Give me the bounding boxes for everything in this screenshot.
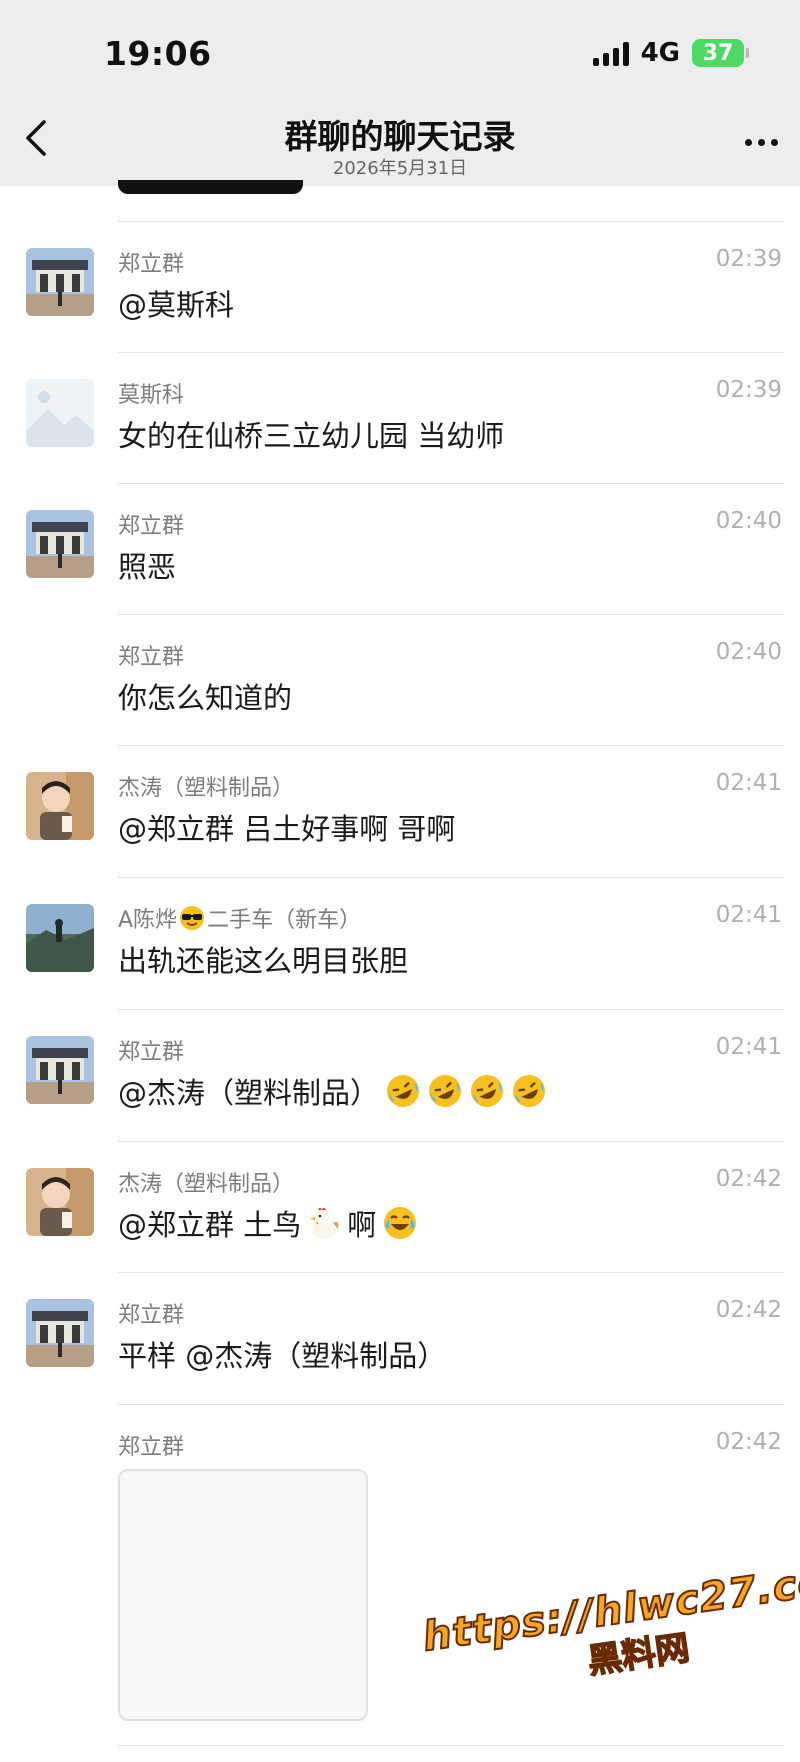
sunglasses-emoji-icon — [180, 906, 205, 930]
sender-name: 郑立群 — [118, 252, 185, 277]
avatar[interactable] — [26, 772, 94, 840]
avatar[interactable] — [26, 1036, 94, 1104]
message-time: 02:40 — [715, 639, 782, 665]
message-time: 02:41 — [715, 902, 782, 928]
status-icons: 4G 37 — [592, 38, 749, 68]
message-text-part-a: @郑立群 土鸟 — [118, 1208, 302, 1242]
divider — [118, 221, 784, 222]
message-time: 02:39 — [715, 377, 782, 403]
sender-name: 郑立群 — [118, 514, 185, 539]
message-text-content: @杰涛（塑料制品） — [118, 1076, 380, 1110]
divider — [118, 877, 784, 878]
sender-name: 郑立群 — [118, 1435, 185, 1460]
battery-level: 37 — [702, 40, 734, 66]
watermark: https://hlwc27.com 黑料网 — [419, 1552, 800, 1706]
message-text: @杰涛（塑料制品） — [118, 1070, 547, 1112]
page-title: 群聊的聊天记录 — [284, 117, 516, 156]
message-time: 02:41 — [715, 1034, 782, 1060]
message-text: 照恶 — [118, 550, 177, 584]
divider — [118, 1272, 784, 1273]
avatar[interactable] — [26, 904, 94, 972]
message-time: 02:40 — [715, 508, 782, 534]
message-time: 02:42 — [715, 1166, 782, 1192]
rolling-laughing-emoji-icon — [429, 1075, 462, 1107]
message-text: 你怎么知道的 — [118, 681, 293, 715]
message-text-part-b: 啊 — [347, 1208, 377, 1242]
previous-message-fragment — [118, 180, 303, 194]
message-text: 女的在仙桥三立幼儿园 当幼师 — [118, 419, 505, 453]
divider — [118, 614, 784, 615]
more-dots-icon[interactable] — [745, 139, 778, 146]
rolling-laughing-emoji-icon — [471, 1075, 504, 1107]
sender-name-suffix: 二手车（新车） — [207, 908, 362, 933]
divider — [118, 1745, 784, 1746]
sender-name: 杰涛（塑料制品） — [118, 776, 295, 801]
message-time: 02:42 — [715, 1297, 782, 1323]
sender-name: 杰涛（塑料制品） — [118, 1172, 295, 1197]
message-text: 平样 @杰涛（塑料制品） — [118, 1339, 447, 1373]
message-time: 02:41 — [715, 770, 782, 796]
status-time: 19:06 — [104, 34, 212, 73]
message-time: 02:39 — [715, 246, 782, 272]
image-placeholder[interactable] — [118, 1469, 368, 1721]
laughing-crying-emoji-icon — [384, 1207, 417, 1239]
divider — [118, 1141, 784, 1142]
divider — [118, 352, 784, 353]
avatar[interactable] — [26, 379, 94, 447]
message-text: @莫斯科 — [118, 288, 235, 322]
signal-icon — [592, 40, 629, 66]
divider — [118, 483, 784, 484]
message-text: @郑立群 土鸟 啊 — [118, 1202, 418, 1244]
network-type: 4G — [640, 38, 680, 68]
page-subtitle: 2026年5月31日 — [332, 158, 468, 179]
avatar[interactable] — [26, 1168, 94, 1236]
sender-name-prefix: A陈烨 — [118, 908, 178, 933]
avatar[interactable] — [26, 248, 94, 316]
avatar[interactable] — [26, 1299, 94, 1367]
sender-name: 莫斯科 — [118, 383, 185, 408]
sender-name: 郑立群 — [118, 1303, 185, 1328]
battery-icon: 37 — [692, 39, 749, 67]
message-text: @郑立群 吕土好事啊 哥啊 — [118, 812, 456, 846]
avatar[interactable] — [26, 510, 94, 578]
divider — [118, 1009, 784, 1010]
message-text: 出轨还能这么明目张胆 — [118, 944, 409, 978]
chicken-emoji-icon — [310, 1208, 339, 1239]
sender-name: 郑立群 — [118, 1040, 185, 1065]
rolling-laughing-emoji-icon — [387, 1075, 420, 1107]
navigation-header: 19:06 4G 37 群聊的聊天记录 2026年5月31日 — [0, 0, 800, 186]
divider — [118, 745, 784, 746]
message-time: 02:42 — [715, 1429, 782, 1455]
sender-name: A陈烨 二手车（新车） — [118, 902, 361, 934]
rolling-laughing-emoji-icon — [513, 1075, 546, 1107]
sender-name: 郑立群 — [118, 645, 185, 670]
divider — [118, 1404, 784, 1405]
